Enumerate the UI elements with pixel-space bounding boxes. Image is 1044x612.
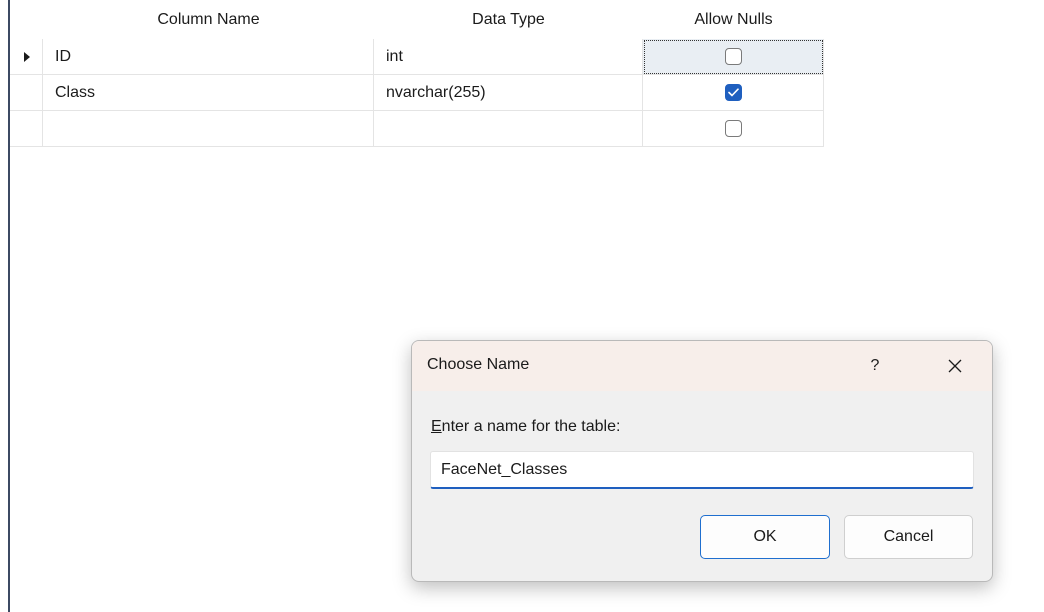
row-selector[interactable] (10, 39, 43, 75)
close-button[interactable] (932, 347, 978, 385)
dialog-title-bar: Choose Name ? (412, 341, 992, 391)
close-icon (948, 359, 962, 373)
ok-button[interactable]: OK (700, 515, 830, 559)
allow-nulls-checkbox[interactable] (724, 48, 742, 65)
cancel-button[interactable]: Cancel (844, 515, 973, 559)
prompt-accelerator: E (431, 418, 442, 435)
data-type-cell[interactable]: nvarchar(255) (374, 75, 643, 111)
column-name-cell[interactable] (43, 111, 374, 147)
row-selector[interactable] (10, 75, 43, 111)
header-allow-nulls[interactable]: Allow Nulls (643, 0, 824, 39)
data-type-cell[interactable]: int (374, 39, 643, 75)
header-data-type[interactable]: Data Type (374, 0, 643, 39)
current-row-arrow-icon (24, 51, 30, 62)
data-type-cell[interactable] (374, 111, 643, 147)
table-designer-grid: Column Name Data Type Allow Nulls ID int… (10, 0, 824, 150)
allow-nulls-cell[interactable] (643, 75, 824, 111)
table-name-input[interactable] (430, 451, 974, 489)
allow-nulls-checkbox[interactable] (724, 84, 742, 101)
prompt-text: nter a name for the table: (441, 418, 621, 435)
help-button[interactable]: ? (852, 347, 898, 385)
choose-name-dialog: Choose Name ? Enter a name for the table… (411, 340, 993, 582)
checkmark-icon (727, 88, 739, 97)
header-column-name[interactable]: Column Name (43, 0, 374, 39)
allow-nulls-checkbox[interactable] (724, 120, 742, 137)
row-selector[interactable] (10, 111, 43, 147)
column-name-cell[interactable]: Class (43, 75, 374, 111)
dialog-title: Choose Name (427, 356, 530, 373)
column-name-cell[interactable]: ID (43, 39, 374, 75)
name-prompt-label: Enter a name for the table: (431, 418, 620, 436)
allow-nulls-cell[interactable] (643, 111, 824, 147)
allow-nulls-cell[interactable] (643, 39, 824, 75)
